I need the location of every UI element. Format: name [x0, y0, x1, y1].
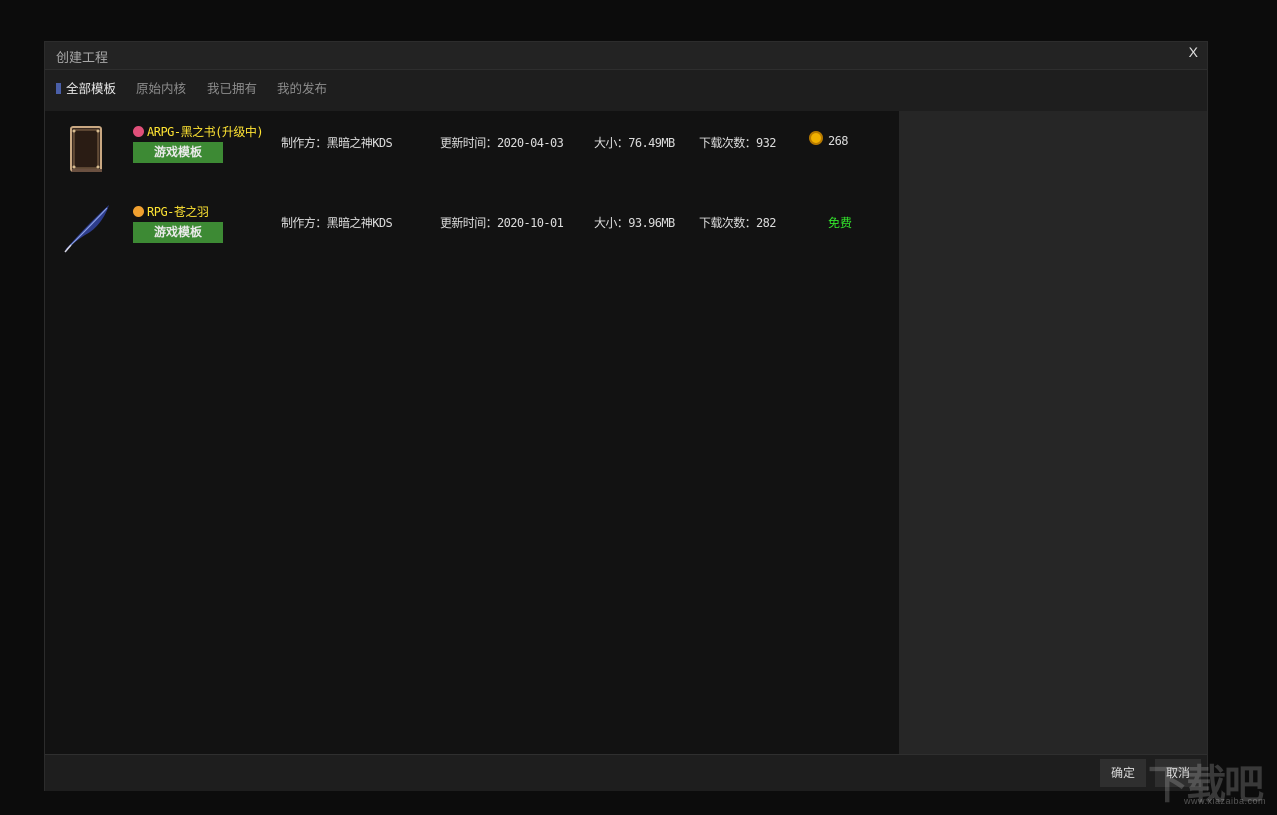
tab-original-kernel[interactable]: 原始内核 [136, 78, 186, 97]
template-list: ARPG-黑之书(升级中) 游戏模板 制作方：黑暗之神KDS 更新时间：2020… [45, 111, 899, 754]
author-text: 制作方：黑暗之神KDS [281, 136, 393, 150]
create-project-dialog: 创建工程 X 全部模板 原始内核 我已拥有 我的发布 ARPG-黑之书(升级中)… [44, 41, 1208, 791]
size-text: 大小：76.49MB [594, 136, 675, 150]
feather-icon [63, 205, 113, 255]
price-text: 268 [828, 134, 848, 148]
download-count-text: 下载次数：932 [699, 136, 776, 150]
tab-all-templates[interactable]: 全部模板 [66, 78, 116, 97]
confirm-button[interactable]: 确定 [1100, 759, 1146, 787]
tab-my-published[interactable]: 我的发布 [277, 78, 327, 97]
size-text: 大小：93.96MB [594, 216, 675, 230]
download-count-text: 下载次数：282 [699, 216, 776, 230]
template-name: RPG-苍之羽 [133, 203, 209, 220]
gem-icon [133, 206, 144, 217]
book-icon [63, 125, 113, 175]
titlebar: 创建工程 X [45, 42, 1207, 70]
list-item[interactable]: RPG-苍之羽 游戏模板 制作方：黑暗之神KDS 更新时间：2020-10-01… [45, 205, 899, 269]
game-template-tag: 游戏模板 [133, 142, 223, 163]
watermark-url: www.xiazaiba.com [1184, 796, 1267, 806]
tab-owned[interactable]: 我已拥有 [207, 78, 257, 97]
list-item[interactable]: ARPG-黑之书(升级中) 游戏模板 制作方：黑暗之神KDS 更新时间：2020… [45, 125, 899, 189]
price-free-text: 免费 [828, 216, 853, 230]
template-name: ARPG-黑之书(升级中) [133, 123, 264, 140]
coin-icon [809, 131, 823, 145]
active-tab-marker [56, 83, 61, 94]
dialog-footer: 确定 取消 [45, 754, 1207, 791]
update-time-text: 更新时间：2020-10-01 [440, 216, 564, 230]
close-button[interactable]: X [1189, 44, 1198, 60]
detail-panel [899, 111, 1207, 754]
gem-icon [133, 126, 144, 137]
game-template-tag: 游戏模板 [133, 222, 223, 243]
update-time-text: 更新时间：2020-04-03 [440, 136, 564, 150]
dialog-title: 创建工程 [56, 51, 109, 66]
author-text: 制作方：黑暗之神KDS [281, 216, 393, 230]
